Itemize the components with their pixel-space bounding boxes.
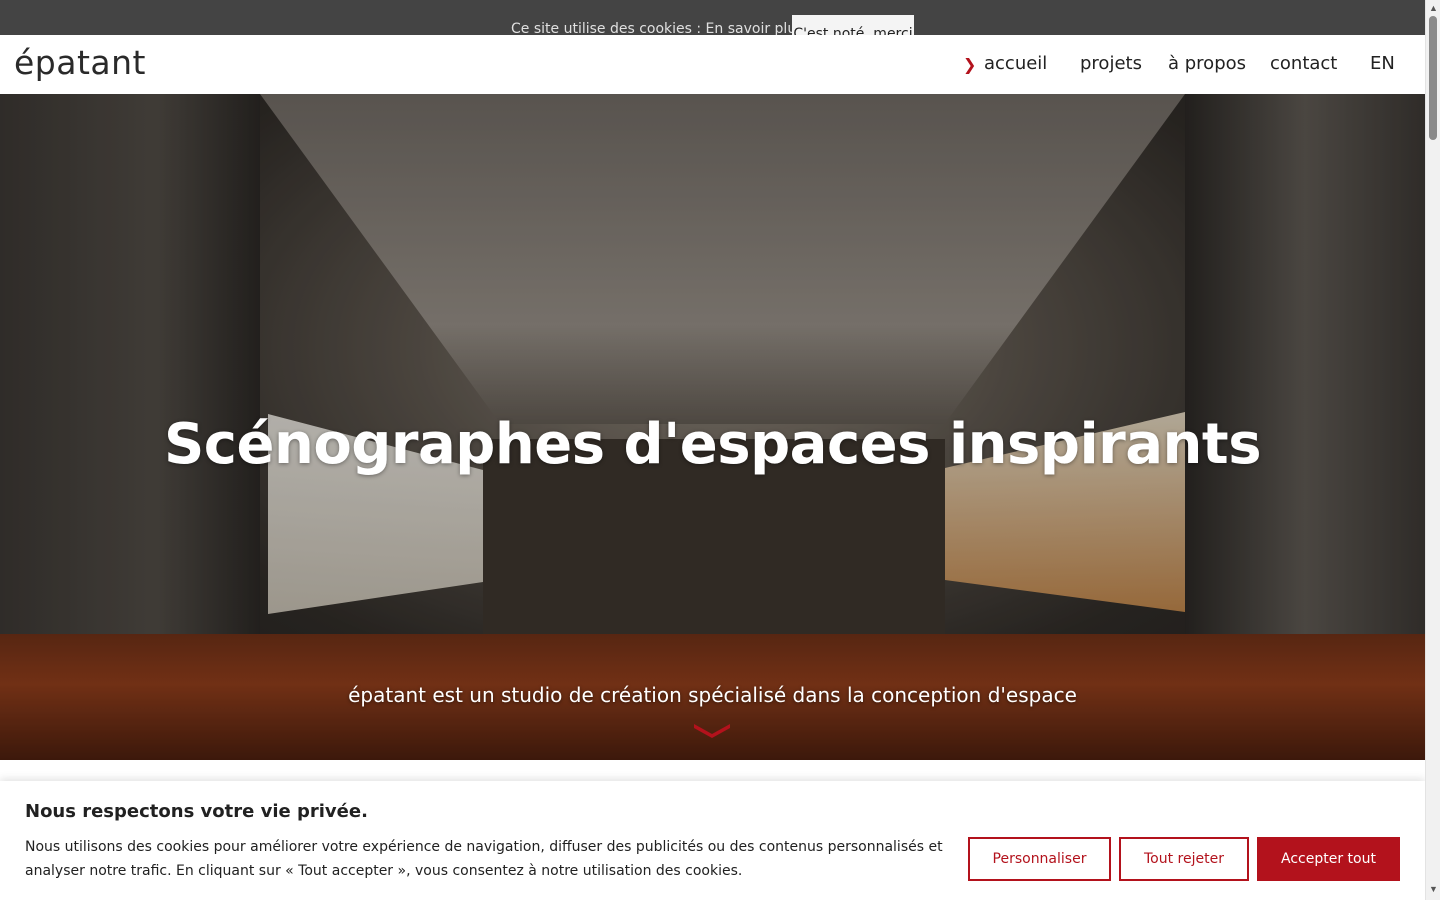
nav-item-accueil[interactable]: accueil	[984, 53, 1047, 74]
main-nav: accueil projets à propos contact EN	[0, 53, 1425, 79]
hero-banner: Scénographes d'espaces inspirants épatan…	[0, 94, 1425, 760]
hero-title: Scénographes d'espaces inspirants	[163, 412, 1262, 477]
nav-item-contact[interactable]: contact	[1270, 53, 1337, 74]
reject-all-button[interactable]: Tout rejeter	[1119, 837, 1249, 881]
scroll-up-icon[interactable]: ▲	[1429, 3, 1438, 13]
chevron-down-icon[interactable]	[694, 724, 730, 738]
hero-subtitle: épatant est un studio de création spécia…	[348, 683, 1077, 707]
site-header: épatant ❯ accueil projets à propos conta…	[0, 35, 1425, 94]
nav-item-a-propos[interactable]: à propos	[1168, 53, 1246, 74]
page-scrollbar[interactable]: ▲ ▼	[1425, 0, 1440, 900]
customize-button[interactable]: Personnaliser	[968, 837, 1111, 881]
language-switch[interactable]: EN	[1370, 53, 1395, 74]
nav-item-projets[interactable]: projets	[1080, 53, 1142, 74]
scrollbar-thumb[interactable]	[1429, 16, 1437, 140]
scroll-down-icon[interactable]: ▼	[1429, 884, 1438, 894]
cookie-consent-panel: Nous respectons votre vie privée. Nous u…	[0, 781, 1425, 900]
accept-all-button[interactable]: Accepter tout	[1257, 837, 1400, 881]
consent-title: Nous respectons votre vie privée.	[25, 801, 368, 822]
consent-body: Nous utilisons des cookies pour améliore…	[25, 839, 943, 879]
